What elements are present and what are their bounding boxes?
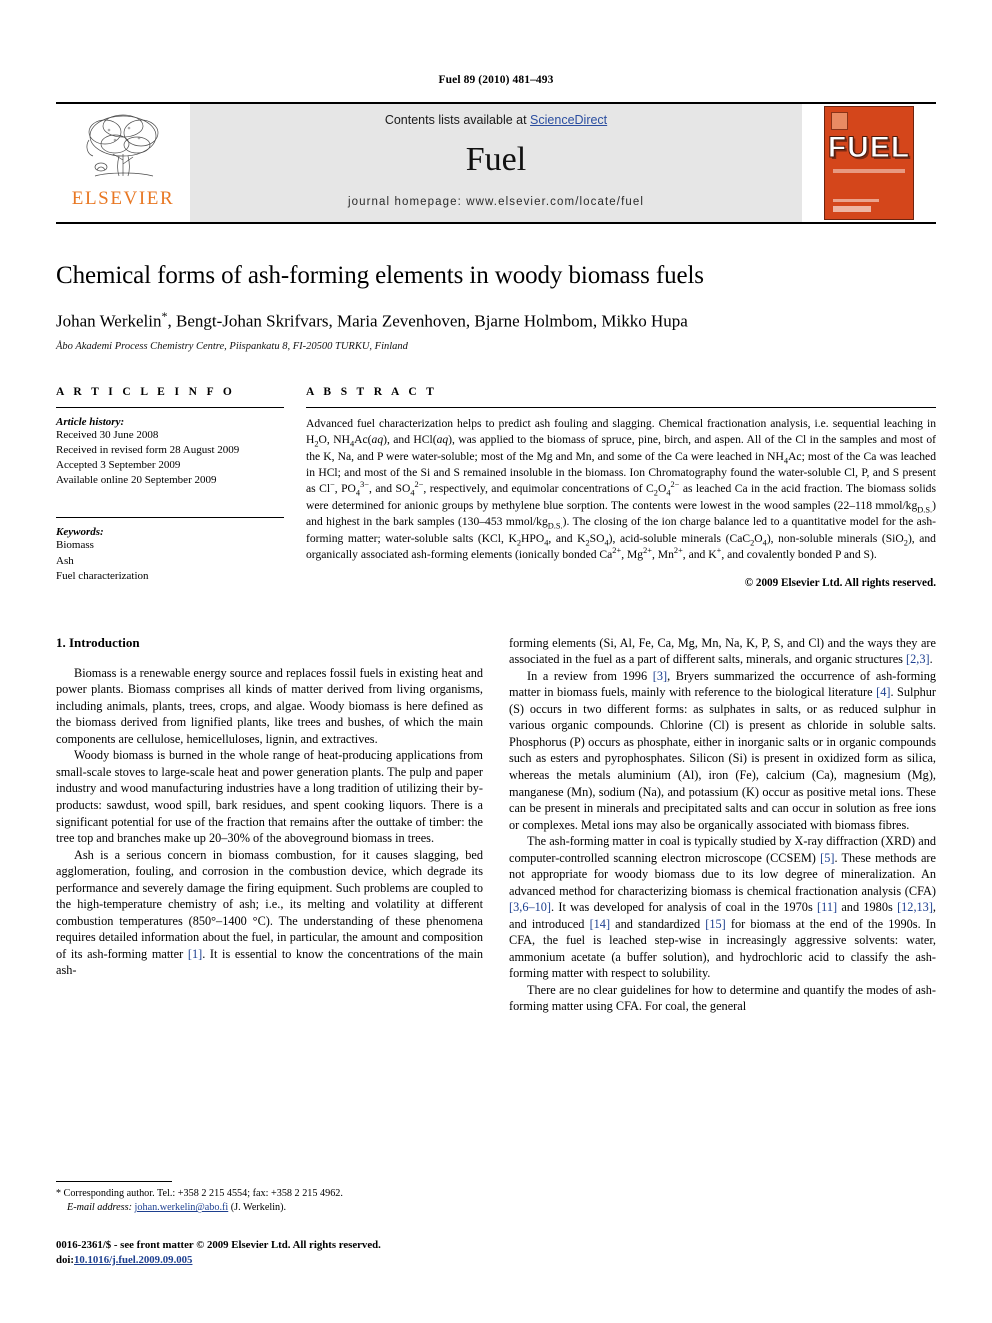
author-list: Johan Werkelin*, Bengt-Johan Skrifvars, … — [56, 309, 936, 332]
email-suffix: (J. Werkelin). — [230, 1202, 287, 1214]
cover-publisher-mark-icon — [831, 112, 848, 130]
info-abstract-section: A R T I C L E I N F O Article history: R… — [56, 386, 936, 589]
elsevier-tree-icon — [79, 110, 167, 188]
contents-available-line: Contents lists available at ScienceDirec… — [385, 113, 607, 127]
reference-link[interactable]: [11] — [817, 900, 837, 914]
doi-line: doi:10.1016/j.fuel.2009.09.005 — [56, 1253, 526, 1268]
reference-link[interactable]: [12,13] — [897, 900, 933, 914]
corresponding-author-note: * Corresponding author. Tel.: +358 2 215… — [56, 1187, 483, 1201]
abstract-text: Advanced fuel characterization helps to … — [306, 416, 937, 562]
email-note: E-mail address: johan.werkelin@abo.fi (J… — [56, 1201, 483, 1215]
cover-footer-bar-1 — [833, 199, 879, 202]
body-column-right: forming elements (Si, Al, Fe, Ca, Mg, Mn… — [509, 635, 936, 1015]
keywords-label: Keywords: — [56, 526, 104, 539]
cover-image: FUEL — [824, 106, 914, 220]
cover-footer-bar-2 — [833, 206, 871, 212]
journal-homepage[interactable]: journal homepage: www.elsevier.com/locat… — [348, 196, 644, 208]
body-columns: 1. Introduction Biomass is a renewable e… — [56, 635, 936, 1015]
elsevier-wordmark: ELSEVIER — [71, 188, 175, 209]
footnote-rule — [56, 1181, 172, 1182]
journal-masthead: ELSEVIER Contents lists available at Sci… — [56, 102, 936, 224]
reference-link[interactable]: [1] — [188, 947, 202, 961]
reference-link[interactable]: [3] — [653, 669, 667, 683]
keywords-rule — [56, 517, 284, 519]
article-history-item: Received in revised form 28 August 2009 — [56, 443, 240, 456]
journal-title: Fuel — [465, 141, 527, 178]
paragraph: In a review from 1996 [3], Bryers summar… — [509, 668, 936, 832]
paragraph: Woody biomass is burned in the whole ran… — [56, 748, 483, 846]
article-history-item: Available online 20 September 2009 — [56, 474, 217, 487]
article-info-rule — [56, 406, 284, 408]
article-history-item: Accepted 3 September 2009 — [56, 459, 181, 471]
paragraph: Ash is a serious concern in biomass comb… — [56, 847, 484, 978]
keyword-item: Fuel characterization — [56, 569, 149, 582]
article-info-column: A R T I C L E I N F O Article history: R… — [56, 386, 306, 589]
article-history-label: Article history: — [56, 415, 125, 428]
paragraph: The ash-forming matter in coal is typica… — [509, 834, 936, 981]
reference-link[interactable]: [4] — [876, 685, 890, 699]
cover-title: FUEL — [827, 131, 911, 164]
section-heading-introduction: 1. Introduction — [56, 634, 140, 650]
running-head: Fuel 89 (2010) 481–493 — [438, 74, 554, 86]
doi-link[interactable]: 10.1016/j.fuel.2009.09.005 — [74, 1254, 192, 1266]
footer-block: 0016-2361/$ - see front matter © 2009 El… — [56, 1238, 526, 1267]
paragraph: Biomass is a renewable energy source and… — [56, 665, 483, 746]
paragraph: There are no clear guidelines for how to… — [509, 982, 936, 1014]
body-column-left: 1. Introduction Biomass is a renewable e… — [56, 635, 483, 1015]
doi-label: doi: — [56, 1253, 74, 1266]
corresponding-author-text: Corresponding author. Tel.: +358 2 215 4… — [63, 1188, 343, 1199]
issn-copyright-line: 0016-2361/$ - see front matter © 2009 El… — [56, 1239, 381, 1251]
elsevier-logo: ELSEVIER — [56, 104, 190, 222]
reference-link[interactable]: [14] — [590, 917, 611, 931]
abstract-heading: A B S T R A C T — [306, 385, 438, 398]
journal-cover: FUEL — [802, 104, 936, 222]
reference-link[interactable]: [3,6–10] — [509, 900, 551, 914]
article-info-heading: A R T I C L E I N F O — [56, 385, 236, 398]
cover-subtitle-bar — [833, 169, 905, 173]
keyword-item: Biomass — [56, 539, 94, 552]
affiliation: Åbo Akademi Process Chemistry Centre, Pi… — [56, 340, 408, 352]
reference-link[interactable]: [15] — [705, 917, 726, 931]
email-label: E-mail address: — [67, 1202, 132, 1214]
email-link[interactable]: johan.werkelin@abo.fi — [135, 1202, 229, 1213]
abstract-column: A B S T R A C T Advanced fuel characteri… — [306, 386, 936, 589]
paper-page: Fuel 89 (2010) 481–493 ELSEVIER Contents… — [0, 0, 992, 1323]
paragraph: forming elements (Si, Al, Fe, Ca, Mg, Mn… — [509, 635, 936, 667]
article-history-item: Received 30 June 2008 — [56, 428, 159, 441]
abstract-rule — [306, 406, 936, 408]
journal-band: Contents lists available at ScienceDirec… — [190, 104, 802, 222]
author-first: Johan Werkelin — [56, 311, 162, 331]
keyword-item: Ash — [56, 554, 74, 567]
title-block: Chemical forms of ash-forming elements i… — [56, 262, 936, 352]
asterisk-icon: * — [56, 1188, 61, 1199]
page-title: Chemical forms of ash-forming elements i… — [56, 262, 704, 289]
reference-link[interactable]: [2,3] — [906, 652, 930, 666]
sciencedirect-link[interactable]: ScienceDirect — [530, 113, 607, 127]
footnote-block: * Corresponding author. Tel.: +358 2 215… — [56, 1181, 483, 1216]
authors-remaining: , Bengt-Johan Skrifvars, Maria Zevenhove… — [167, 311, 688, 331]
reference-link[interactable]: [5] — [820, 851, 834, 865]
abstract-copyright: © 2009 Elsevier Ltd. All rights reserved… — [744, 576, 936, 589]
contents-prefix: Contents lists available at — [384, 113, 531, 127]
